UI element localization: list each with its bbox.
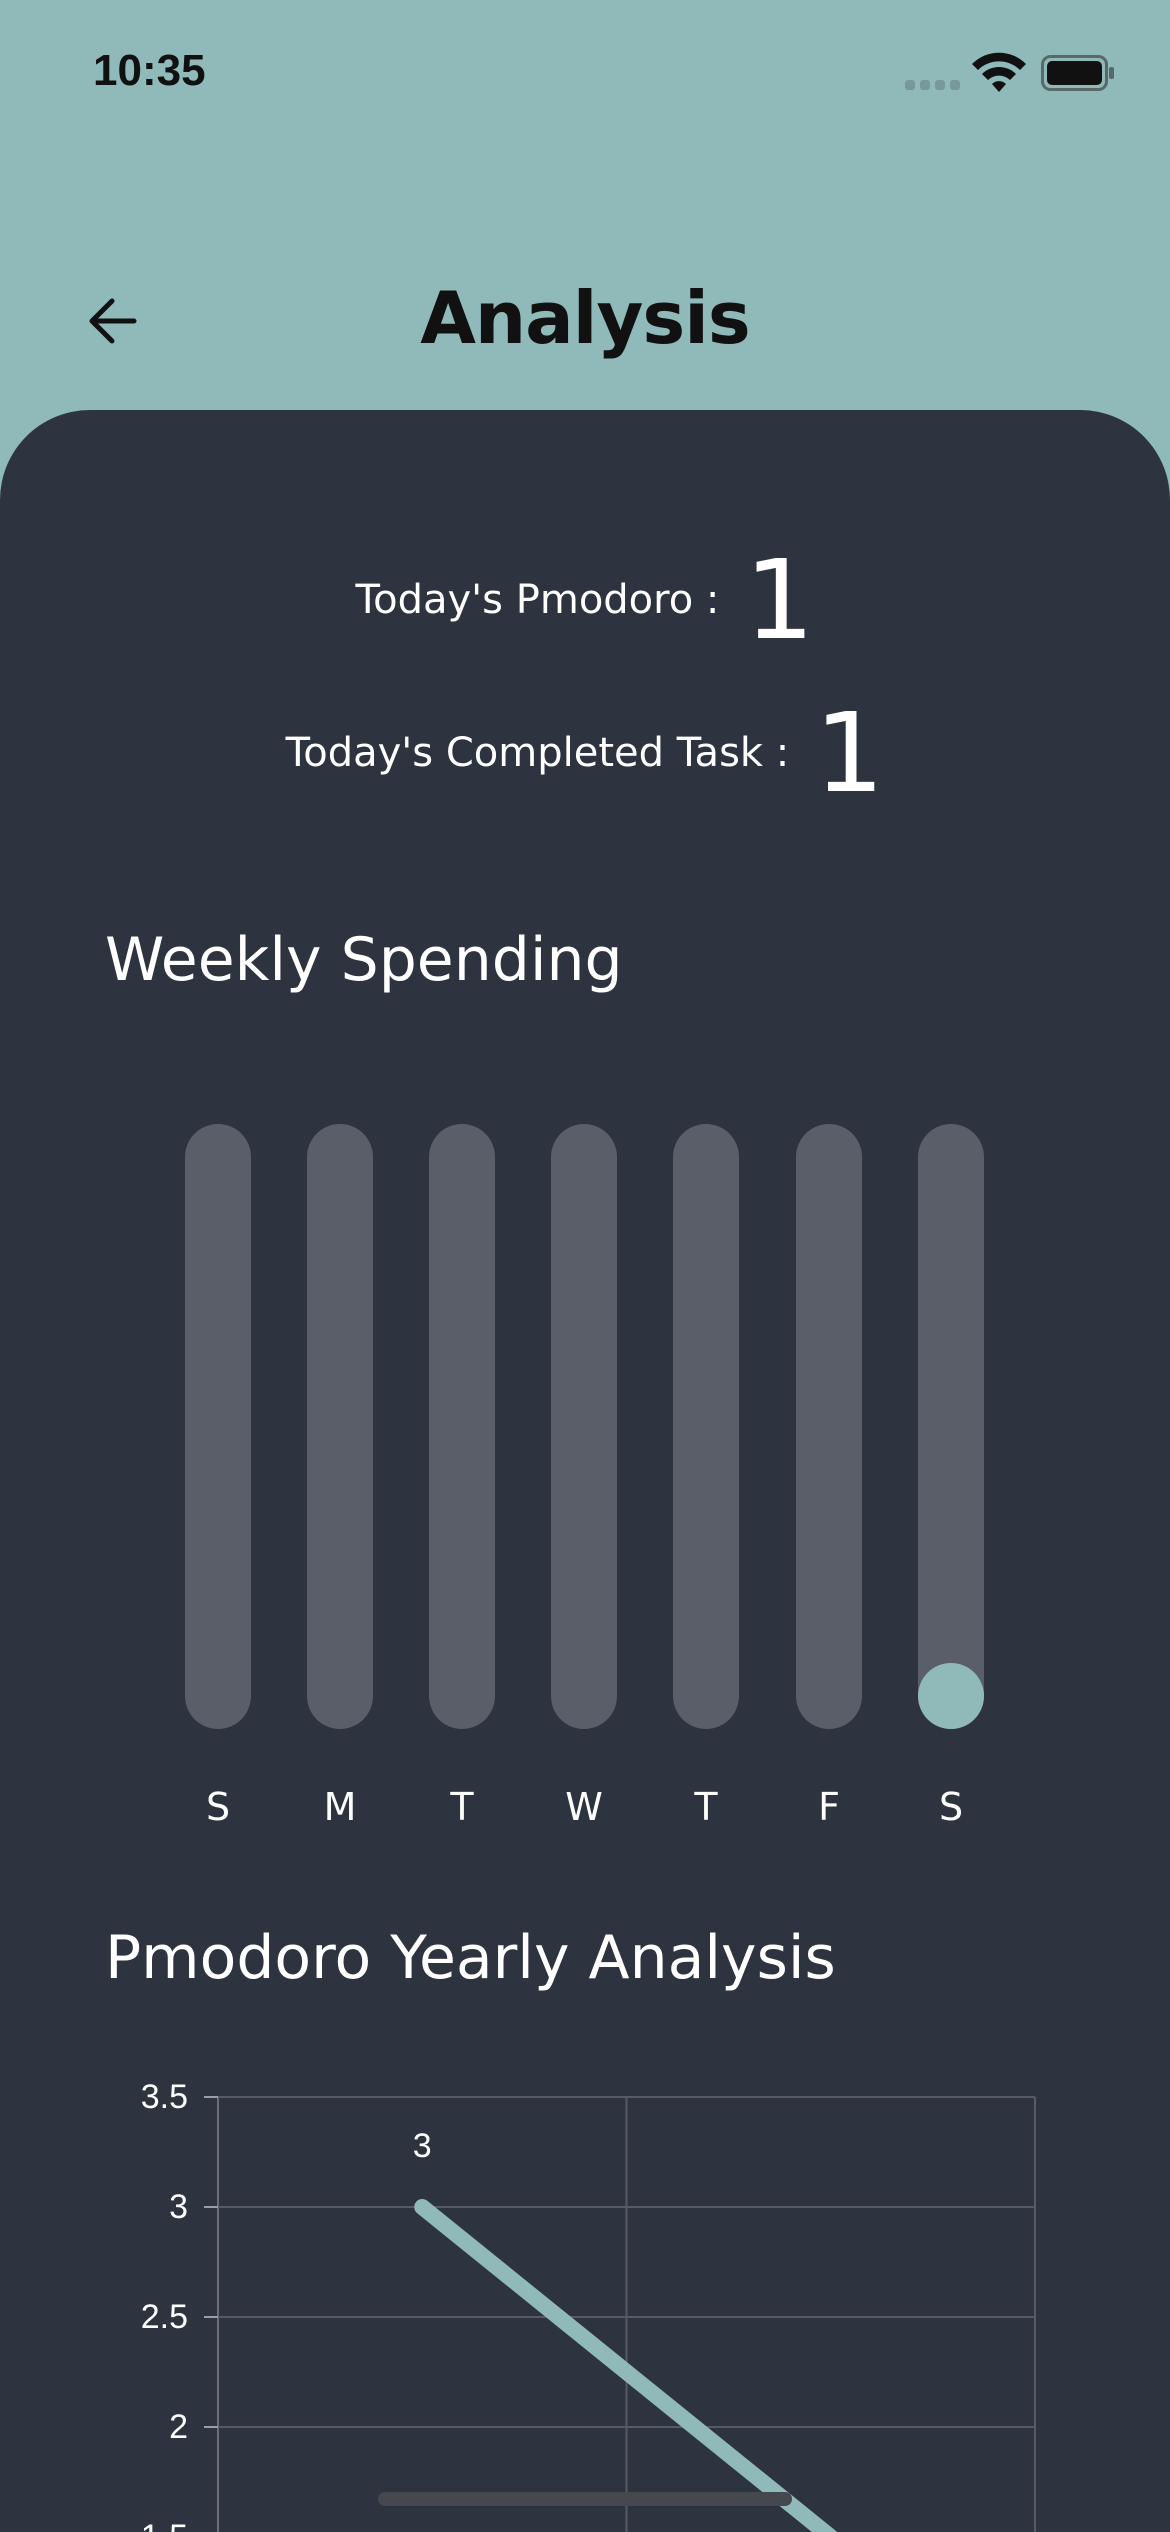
header: Analysis xyxy=(0,240,1170,390)
status-time: 10:35 xyxy=(93,46,206,95)
cellular-signal-icon xyxy=(905,80,961,92)
status-bar: 10:35 xyxy=(0,0,1170,150)
analysis-panel: Today's Pmodoro : 1 Today's Completed Ta… xyxy=(0,410,1170,2532)
wifi-icon xyxy=(972,52,1026,92)
home-indicator xyxy=(378,2492,792,2506)
battery-full-icon xyxy=(1041,55,1114,91)
y-tick-label: 3.5 xyxy=(141,2078,188,2116)
data-label: 3 xyxy=(413,2127,432,2165)
y-tick-label: 2.5 xyxy=(141,2298,188,2336)
yearly-line-chart: 3.5 3 2.5 2 1.5 3 xyxy=(141,2078,1036,2532)
y-tick-label: 1.5 xyxy=(141,2518,188,2532)
y-tick-label: 3 xyxy=(169,2188,188,2226)
page-title: Analysis xyxy=(420,276,751,360)
y-tick-label: 2 xyxy=(169,2408,188,2446)
